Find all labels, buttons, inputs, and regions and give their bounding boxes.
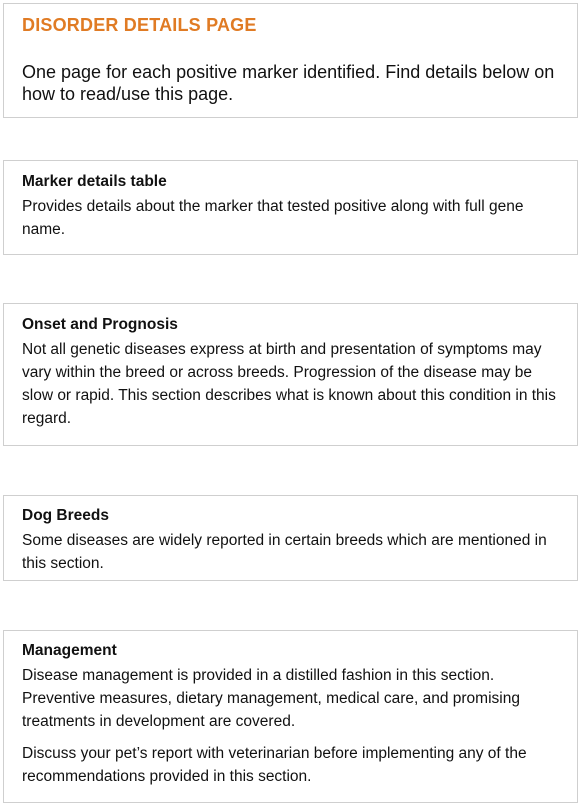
section-text: Not all genetic diseases express at birt… [22,341,556,427]
intro-text: One page for each positive marker identi… [22,62,555,104]
section-text: Discuss your pet’s report with veterinar… [22,745,527,785]
management-section: Management Disease management is provide… [3,630,578,803]
page-title: DISORDER DETAILS PAGE [22,15,257,35]
section-heading: Dog Breeds [22,507,109,524]
dog-breeds-section: Dog Breeds Some diseases are widely repo… [3,495,578,581]
section-heading: Management [22,642,117,659]
intro-box: DISORDER DETAILS PAGE One page for each … [3,3,578,118]
section-heading: Onset and Prognosis [22,316,178,333]
marker-details-section: Marker details table Provides details ab… [3,160,578,255]
onset-prognosis-section: Onset and Prognosis Not all genetic dise… [3,303,578,446]
section-heading: Marker details table [22,173,167,190]
section-text: Provides details about the marker that t… [22,198,524,238]
section-text: Disease management is provided in a dist… [22,667,520,730]
section-text: Some diseases are widely reported in cer… [22,532,547,572]
